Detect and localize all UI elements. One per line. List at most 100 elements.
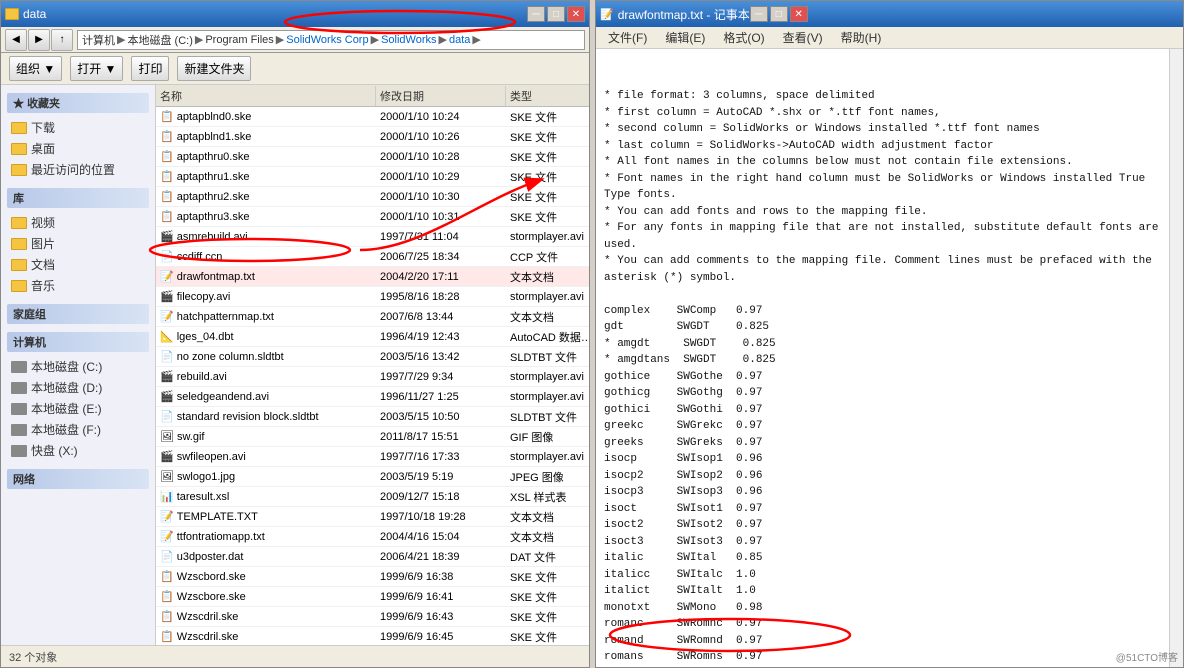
file-date: 2003/5/16 13:42 xyxy=(376,350,506,364)
explorer-title-icon xyxy=(5,8,19,20)
sidebar-item-recent[interactable]: 最近访问的位置 xyxy=(7,159,149,180)
notepad-line: italic SWItal 0.85 xyxy=(604,550,1161,567)
file-name: seledgeandend.avi xyxy=(177,391,269,403)
table-row[interactable]: 📋 aptapthru2.ske 2000/1/10 10:30 SKE 文件 … xyxy=(156,187,589,207)
table-row[interactable]: 🖼 sw.gif 2011/8/17 15:51 GIF 图像 3 xyxy=(156,427,589,447)
notepad-maximize-button[interactable]: □ xyxy=(770,6,788,22)
file-name: hatchpatternmap.txt xyxy=(177,311,274,323)
notepad-line: * Font names in the right hand column mu… xyxy=(604,171,1161,188)
table-row[interactable]: 📋 Wzscbord.ske 1999/6/9 16:38 SKE 文件 2 xyxy=(156,567,589,587)
new-folder-button[interactable]: 新建文件夹 xyxy=(177,56,251,81)
table-row[interactable]: 🎬 rebuild.avi 1997/7/29 9:34 stormplayer… xyxy=(156,367,589,387)
new-folder-label: 新建文件夹 xyxy=(184,60,244,77)
minimize-button[interactable]: ─ xyxy=(527,6,545,22)
forward-button[interactable]: ▶ xyxy=(28,29,50,51)
sidebar-item-f-drive[interactable]: 本地磁盘 (F:) xyxy=(7,419,149,440)
back-button[interactable]: ◀ xyxy=(5,29,27,51)
up-button[interactable]: ↑ xyxy=(51,29,73,51)
file-name-cell: 📋 Wzscdril.ske xyxy=(156,629,376,644)
table-row[interactable]: 📋 aptapthru3.ske 2000/1/10 10:31 SKE 文件 … xyxy=(156,207,589,227)
file-type: SKE 文件 xyxy=(506,148,589,166)
menu-help[interactable]: 帮助(H) xyxy=(833,27,890,48)
explorer-window-controls: ─ □ ✕ xyxy=(527,6,585,22)
table-row[interactable]: 📋 Wzscbore.ske 1999/6/9 16:41 SKE 文件 2 xyxy=(156,587,589,607)
table-row[interactable]: 📝 ttfontratiomapp.txt 2004/4/16 15:04 文本… xyxy=(156,527,589,547)
maximize-button[interactable]: □ xyxy=(547,6,565,22)
file-date: 2000/1/10 10:26 xyxy=(376,130,506,144)
table-row[interactable]: 📐 lges_04.dbt 1996/4/19 12:43 AutoCAD 数据… xyxy=(156,327,589,347)
file-date: 2009/12/7 15:18 xyxy=(376,490,506,504)
notepad-content[interactable]: * file format: 3 columns, space delimite… xyxy=(596,49,1169,667)
col-header-date[interactable]: 修改日期 xyxy=(376,86,506,106)
table-row[interactable]: 📝 hatchpatternmap.txt 2007/6/8 13:44 文本文… xyxy=(156,307,589,327)
sidebar-item-d-drive[interactable]: 本地磁盘 (D:) xyxy=(7,377,149,398)
table-row[interactable]: 📊 taresult.xsl 2009/12/7 15:18 XSL 样式表 1 xyxy=(156,487,589,507)
menu-file[interactable]: 文件(F) xyxy=(600,27,655,48)
sidebar-item-e-drive[interactable]: 本地磁盘 (E:) xyxy=(7,398,149,419)
table-row[interactable]: 📋 aptapthru1.ske 2000/1/10 10:29 SKE 文件 … xyxy=(156,167,589,187)
watermark: @51CTO博客 xyxy=(1116,649,1178,664)
open-button[interactable]: 打开 ▼ xyxy=(70,56,123,81)
file-type-icon: 📋 xyxy=(160,170,174,183)
table-row[interactable]: 📋 Wzscdril.ske 1999/6/9 16:43 SKE 文件 2 xyxy=(156,607,589,627)
file-name: TEMPLATE.TXT xyxy=(177,511,258,523)
menu-format[interactable]: 格式(O) xyxy=(715,27,772,48)
table-row[interactable]: 🎬 seledgeandend.avi 1996/11/27 1:25 stor… xyxy=(156,387,589,407)
col-header-name[interactable]: 名称 xyxy=(156,86,376,106)
menu-edit[interactable]: 编辑(E) xyxy=(657,27,713,48)
video-label: 视频 xyxy=(31,214,55,231)
notepad-line: complex SWComp 0.97 xyxy=(604,303,1161,320)
sidebar-item-x-drive[interactable]: 快盘 (X:) xyxy=(7,440,149,461)
file-date: 2000/1/10 10:29 xyxy=(376,170,506,184)
path-computer: 计算机 xyxy=(82,32,115,48)
table-row[interactable]: 🖼 swlogo1.jpg 2003/5/19 5:19 JPEG 图像 3 xyxy=(156,467,589,487)
sidebar-item-c-drive[interactable]: 本地磁盘 (C:) xyxy=(7,356,149,377)
sidebar-item-video[interactable]: 视频 xyxy=(7,212,149,233)
sidebar-item-desktop[interactable]: 桌面 xyxy=(7,138,149,159)
organize-button[interactable]: 组织 ▼ xyxy=(9,56,62,81)
sidebar-item-downloads[interactable]: 下载 xyxy=(7,117,149,138)
notepad-scrollbar[interactable] xyxy=(1169,49,1183,667)
sidebar-item-pictures[interactable]: 图片 xyxy=(7,233,149,254)
table-row[interactable]: 📄 standard revision block.sldtbt 2003/5/… xyxy=(156,407,589,427)
file-list-header: 名称 修改日期 类型 大小 xyxy=(156,85,589,107)
file-name-cell: 📄 ccdiff.ccn xyxy=(156,249,376,264)
sidebar-item-documents[interactable]: 文档 xyxy=(7,254,149,275)
close-button[interactable]: ✕ xyxy=(567,6,585,22)
table-row[interactable]: 📋 aptapblnd0.ske 2000/1/10 10:24 SKE 文件 … xyxy=(156,107,589,127)
notepad-line: * last column = SolidWorks->AutoCAD widt… xyxy=(604,138,1161,155)
notepad-close-button[interactable]: ✕ xyxy=(790,6,808,22)
table-row[interactable]: 🎬 swfileopen.avi 1997/7/16 17:33 stormpl… xyxy=(156,447,589,467)
file-name: aptapblnd0.ske xyxy=(177,111,252,123)
print-button[interactable]: 打印 xyxy=(131,56,169,81)
sidebar: ★ 收藏夹 下载 桌面 最近访问的位置 库 xyxy=(1,85,156,645)
file-name-cell: 📄 no zone column.sldtbt xyxy=(156,349,376,364)
menu-view[interactable]: 查看(V) xyxy=(775,27,831,48)
file-list-body: 📋 aptapblnd0.ske 2000/1/10 10:24 SKE 文件 … xyxy=(156,107,589,645)
address-path[interactable]: 计算机 ▶ 本地磁盘 (C:) ▶ Program Files ▶ SolidW… xyxy=(77,30,585,50)
table-row[interactable]: 📋 Wzscdril.ske 1999/6/9 16:45 SKE 文件 2 xyxy=(156,627,589,645)
notepad-line: used. xyxy=(604,237,1161,254)
table-row[interactable]: 📋 aptapblnd1.ske 2000/1/10 10:26 SKE 文件 … xyxy=(156,127,589,147)
notepad-body: * file format: 3 columns, space delimite… xyxy=(596,49,1183,667)
file-type: DAT 文件 xyxy=(506,548,589,566)
table-row[interactable]: 📄 u3dposter.dat 2006/4/21 18:39 DAT 文件 2 xyxy=(156,547,589,567)
file-type-icon: 📝 xyxy=(160,530,174,543)
table-row[interactable]: 📋 aptapthru0.ske 2000/1/10 10:28 SKE 文件 … xyxy=(156,147,589,167)
file-date: 1996/11/27 1:25 xyxy=(376,390,506,404)
file-date: 2000/1/10 10:31 xyxy=(376,210,506,224)
file-type: stormplayer.avi xyxy=(506,370,589,384)
notepad-line: greekc SWGrekc 0.97 xyxy=(604,418,1161,435)
file-date: 1999/6/9 16:38 xyxy=(376,570,506,584)
col-header-type[interactable]: 类型 xyxy=(506,86,589,106)
table-row[interactable]: 📝 drawfontmap.txt 2004/2/20 17:11 文本文档 3 xyxy=(156,267,589,287)
table-row[interactable]: 📝 TEMPLATE.TXT 1997/10/18 19:28 文本文档 1 xyxy=(156,507,589,527)
table-row[interactable]: 🎬 filecopy.avi 1995/8/16 18:28 stormplay… xyxy=(156,287,589,307)
sidebar-item-music[interactable]: 音乐 xyxy=(7,275,149,296)
notepad-minimize-button[interactable]: ─ xyxy=(750,6,768,22)
table-row[interactable]: 📄 ccdiff.ccn 2006/7/25 18:34 CCP 文件 1 xyxy=(156,247,589,267)
main-area: ★ 收藏夹 下载 桌面 最近访问的位置 库 xyxy=(1,85,589,645)
drive-icon xyxy=(11,403,27,415)
table-row[interactable]: 📄 no zone column.sldtbt 2003/5/16 13:42 … xyxy=(156,347,589,367)
table-row[interactable]: 🎬 asmrebuild.avi 1997/7/31 11:04 stormpl… xyxy=(156,227,589,247)
